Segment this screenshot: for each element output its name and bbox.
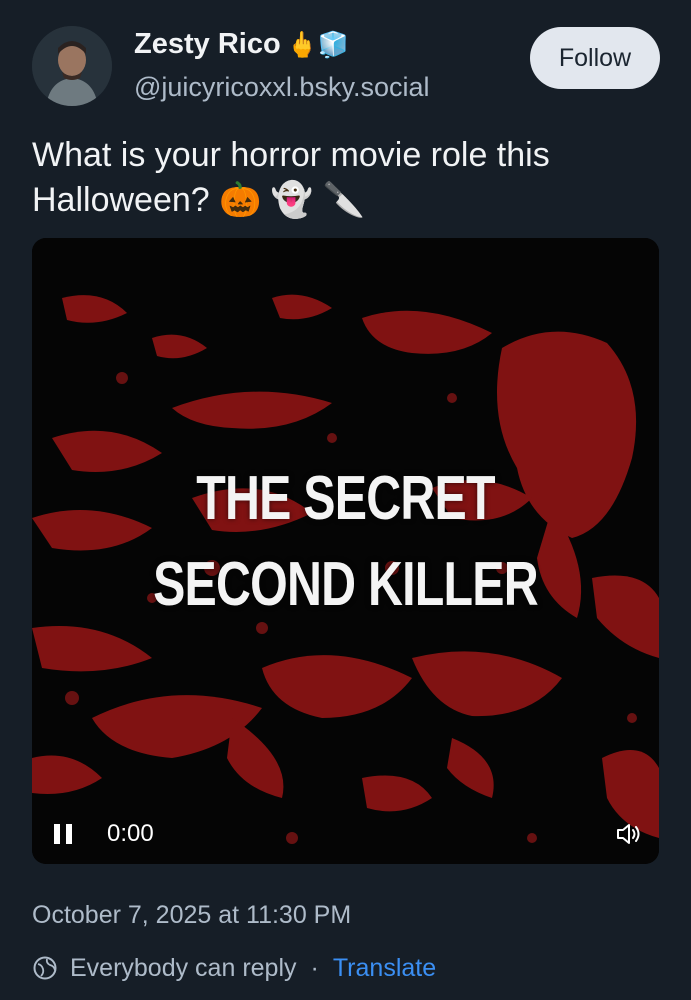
pause-icon[interactable]: [54, 824, 72, 844]
avatar-photo-icon: [32, 26, 112, 106]
name-emoji: 🖕🧊: [286, 31, 349, 59]
separator-dot: ·: [310, 953, 319, 982]
avatar[interactable]: [32, 26, 112, 106]
video-player[interactable]: THE SECRET SECOND KILLER 0:00: [32, 238, 659, 864]
video-time: 0:00: [107, 820, 154, 847]
author-handle[interactable]: @juicyricoxxl.bsky.social: [134, 72, 429, 103]
author-name-text: Zesty Rico: [134, 28, 281, 60]
translate-link[interactable]: Translate: [333, 954, 436, 983]
post-text: What is your horror movie role this Hall…: [32, 136, 550, 219]
post-timestamp: October 7, 2025 at 11:30 PM: [32, 901, 352, 929]
speaker-icon[interactable]: [614, 820, 642, 848]
author-display-name[interactable]: Zesty Rico 🖕🧊: [134, 28, 349, 61]
video-title-text: THE SECRET SECOND KILLER: [101, 456, 590, 628]
follow-button[interactable]: Follow: [530, 27, 660, 89]
globe-reply-icon: [33, 956, 57, 980]
video-title-line-1: THE SECRET: [196, 464, 495, 533]
reply-setting-text: Everybody can reply: [70, 953, 297, 982]
reply-settings-row: Everybody can reply · Translate: [32, 952, 436, 984]
video-title-line-2: SECOND KILLER: [153, 550, 539, 619]
